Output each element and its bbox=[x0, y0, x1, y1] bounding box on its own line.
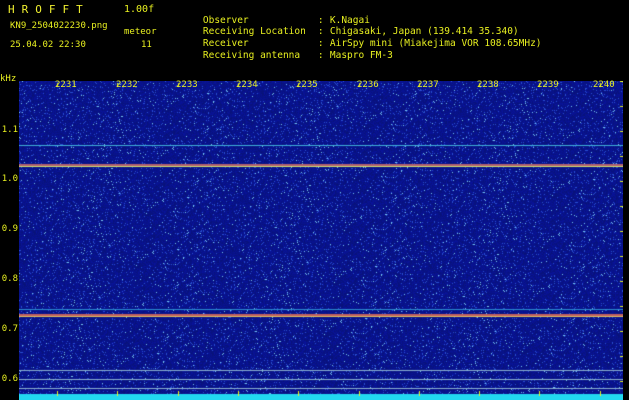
spectrogram-canvas bbox=[19, 81, 623, 400]
y-tick-label: 1.0 bbox=[1, 174, 18, 184]
x-tick-label: 2234 bbox=[236, 80, 258, 90]
header-panel: HROFFT 1.00f KN9_2504022230.png meteor 2… bbox=[0, 0, 629, 74]
datetime-label: 25.04.02 22:30 bbox=[10, 40, 86, 50]
location-row: Receiving Location: Chigasaki, Japan (139… bbox=[202, 26, 519, 37]
x-tick-label: 2231 bbox=[55, 80, 77, 90]
antenna-key: Receiving antenna bbox=[202, 50, 301, 61]
antenna-value: Maspro FM-3 bbox=[329, 50, 393, 61]
x-tick-label: 2235 bbox=[296, 80, 318, 90]
y-tick-label: 0.7 bbox=[1, 324, 18, 334]
y-tick-label: 1.1 bbox=[1, 125, 18, 135]
app-version: 1.00f bbox=[124, 4, 155, 15]
x-tick-label: 2237 bbox=[417, 80, 439, 90]
x-tick-label: 2238 bbox=[477, 80, 499, 90]
count-label: 11 bbox=[141, 40, 152, 50]
x-tick-label: 2236 bbox=[357, 80, 379, 90]
app-brand: HROFFT bbox=[8, 3, 90, 16]
x-tick-label: 2232 bbox=[116, 80, 138, 90]
y-tick-label: 0.9 bbox=[1, 224, 18, 234]
x-tick-label: 2233 bbox=[176, 80, 198, 90]
antenna-row: Receiving antenna: Maspro FM-3 bbox=[202, 50, 393, 61]
y-unit-label: kHz bbox=[0, 74, 17, 84]
observer-row: Observer: K.Nagai bbox=[202, 15, 370, 26]
mode-label: meteor bbox=[124, 27, 157, 37]
y-tick-label: 0.6 bbox=[1, 374, 18, 384]
y-tick-label: 0.8 bbox=[1, 274, 18, 284]
x-tick-label: 2240 bbox=[593, 80, 615, 90]
filename-label: KN9_2504022230.png bbox=[10, 21, 108, 31]
x-tick-label: 2239 bbox=[537, 80, 559, 90]
receiver-row: Receiver: AirSpy mini (Miakejima VOR 108.… bbox=[202, 38, 542, 49]
